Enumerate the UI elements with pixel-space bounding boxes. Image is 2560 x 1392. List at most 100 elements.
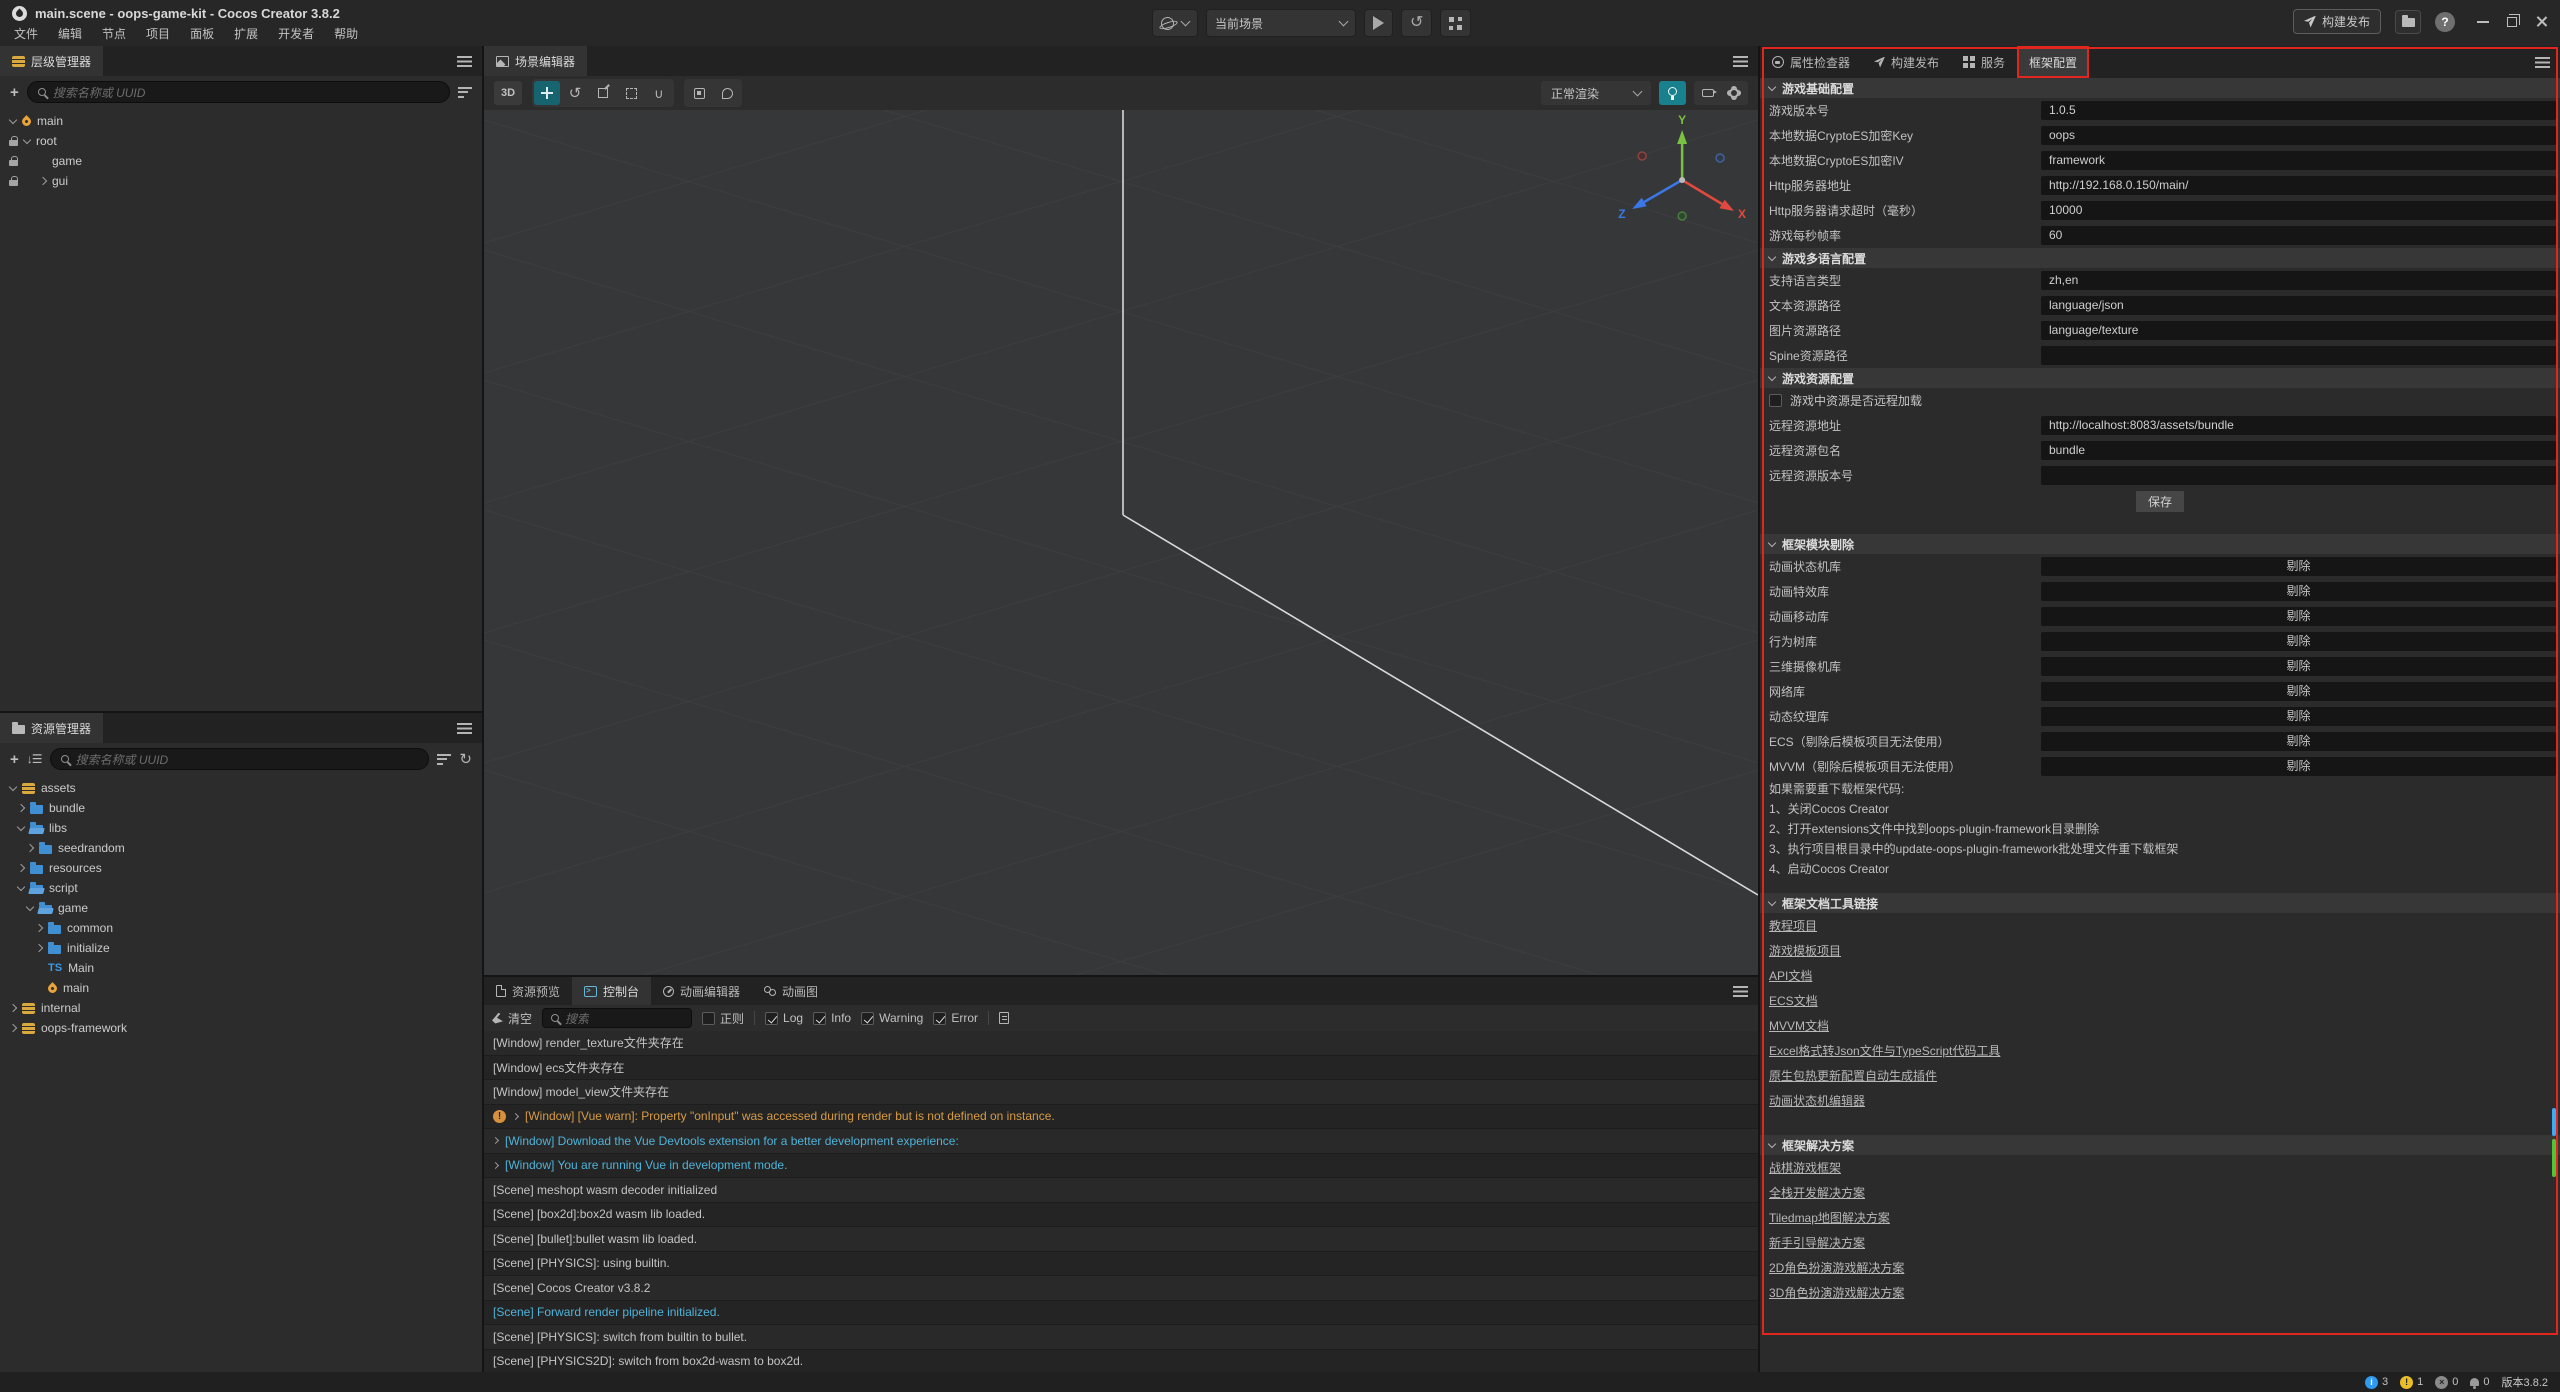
hierarchy-node-gui[interactable]: gui (0, 171, 482, 191)
menu-extension[interactable]: 扩展 (224, 23, 268, 44)
tab-property-inspector[interactable]: 属性检查器 (1760, 46, 1862, 78)
gizmo-tool-button[interactable]: ∪ (646, 81, 672, 105)
regex-checkbox[interactable]: 正则 (702, 1010, 744, 1027)
tab-hierarchy[interactable]: 层级管理器 (0, 46, 103, 76)
menu-help[interactable]: 帮助 (324, 23, 368, 44)
section-solutions[interactable]: 框架解决方案 (1760, 1135, 2560, 1155)
scene-select[interactable]: 当前场景 (1206, 9, 1356, 37)
close-button[interactable] (2535, 15, 2548, 28)
scrollbar-mark-green[interactable] (2552, 1139, 2556, 1177)
link-mvvm-docs[interactable]: MVVM文档 (1769, 1017, 1829, 1034)
hierarchy-filter-icon[interactable] (458, 87, 472, 98)
expand-open-icon[interactable] (26, 902, 34, 910)
checkbox-unchecked[interactable] (702, 1012, 715, 1025)
section-resource-config[interactable]: 游戏资源配置 (1760, 368, 2560, 388)
asset-row-internal[interactable]: internal (0, 998, 482, 1018)
filter-warning-checkbox[interactable]: Warning (861, 1011, 923, 1025)
rotate-tool-button[interactable]: ↺ (562, 81, 588, 105)
lighting-toggle-button[interactable] (1659, 81, 1686, 105)
link-2d-rpg-solution[interactable]: 2D角色扮演游戏解决方案 (1769, 1259, 1904, 1276)
link-tutorial-project[interactable]: 教程项目 (1769, 917, 1817, 934)
scene-menu-icon[interactable] (1733, 56, 1748, 67)
tab-asset-preview[interactable]: 资源预览 (484, 977, 572, 1005)
fps-input[interactable]: 60 (2041, 226, 2556, 245)
error-count-badge[interactable]: × 0 (2435, 1376, 2458, 1389)
expand-log-icon[interactable] (492, 1162, 499, 1169)
section-language-config[interactable]: 游戏多语言配置 (1760, 248, 2560, 268)
scene-camera-button[interactable] (1696, 83, 1720, 103)
log-row[interactable]: [Scene] [bullet]:bullet wasm lib loaded. (484, 1227, 1758, 1252)
section-module-trim[interactable]: 框架模块剔除 (1760, 534, 2560, 554)
http-timeout-input[interactable]: 10000 (2041, 201, 2556, 220)
clear-console-button[interactable]: 清空 (492, 1010, 532, 1027)
log-row[interactable]: [Scene] Cocos Creator v3.8.2 (484, 1276, 1758, 1301)
scene-settings-button[interactable] (1722, 83, 1746, 103)
link-3d-rpg-solution[interactable]: 3D角色扮演游戏解决方案 (1769, 1284, 1904, 1301)
log-row[interactable]: [Scene] [PHYSICS2D]: switch from box2d-w… (484, 1350, 1758, 1373)
asset-row-oops-framework[interactable]: oops-framework (0, 1018, 482, 1038)
tab-animation-editor[interactable]: 动画编辑器 (651, 977, 752, 1005)
link-animator-editor[interactable]: 动画状态机编辑器 (1769, 1092, 1865, 1109)
link-wargame-framework[interactable]: 战棋游戏框架 (1769, 1159, 1841, 1176)
asset-row-seedrandom[interactable]: seedrandom (0, 838, 482, 858)
tab-framework-config[interactable]: 框架配置 (2017, 46, 2089, 78)
menu-developer[interactable]: 开发者 (268, 23, 324, 44)
console-search-input[interactable]: 搜索 (542, 1008, 692, 1028)
tab-assets[interactable]: 资源管理器 (0, 713, 103, 743)
texture-path-input[interactable]: language/texture (2041, 321, 2556, 340)
log-row[interactable]: [Scene] [PHYSICS]: using builtin. (484, 1252, 1758, 1277)
refresh-icon[interactable]: ↻ (459, 752, 472, 767)
log-row-info[interactable]: [Window] You are running Vue in developm… (484, 1154, 1758, 1179)
expand-closed-icon[interactable] (17, 864, 25, 872)
log-row-info[interactable]: [Window] Download the Vue Devtools exten… (484, 1129, 1758, 1154)
remove-module-button[interactable]: 剔除 (2041, 707, 2556, 726)
expand-closed-icon[interactable] (35, 944, 43, 952)
pivot-snap-button[interactable] (686, 81, 712, 105)
open-project-folder-button[interactable] (2395, 10, 2421, 34)
section-doc-links[interactable]: 框架文档工具链接 (1760, 893, 2560, 913)
help-button[interactable]: ? (2435, 12, 2455, 32)
link-guide-solution[interactable]: 新手引导解决方案 (1769, 1234, 1865, 1251)
lock-icon[interactable] (9, 140, 18, 146)
log-row-warning[interactable]: ! [Window] [Vue warn]: Property "onInput… (484, 1105, 1758, 1130)
remove-module-button[interactable]: 剔除 (2041, 757, 2556, 776)
expand-open-icon[interactable] (23, 135, 31, 143)
tab-animation-graph[interactable]: 动画图 (752, 977, 830, 1005)
remove-module-button[interactable]: 剔除 (2041, 732, 2556, 751)
expand-closed-icon[interactable] (26, 844, 34, 852)
build-publish-button[interactable]: 构建发布 (2293, 9, 2381, 34)
crypto-iv-input[interactable]: framework (2041, 151, 2556, 170)
expand-closed-icon[interactable] (17, 804, 25, 812)
create-node-button[interactable]: + (10, 85, 19, 100)
create-asset-button[interactable]: + (10, 752, 19, 767)
http-server-input[interactable]: http://192.168.0.150/main/ (2041, 176, 2556, 195)
platform-select[interactable] (1152, 9, 1198, 37)
device-grid-button[interactable] (1449, 17, 1462, 30)
lock-icon[interactable] (9, 160, 18, 166)
menu-panel[interactable]: 面板 (180, 23, 224, 44)
checkbox-checked[interactable] (861, 1012, 874, 1025)
expand-open-icon[interactable] (17, 822, 25, 830)
save-button[interactable]: 保存 (2135, 490, 2185, 513)
link-template-project[interactable]: 游戏模板项目 (1769, 942, 1841, 959)
asset-row-common[interactable]: common (0, 918, 482, 938)
assets-filter-icon[interactable] (437, 754, 451, 765)
dimension-toggle-button[interactable]: 3D (494, 81, 522, 105)
log-row[interactable]: [Window] model_view文件夹存在 (484, 1080, 1758, 1105)
reload-button[interactable]: ↺ (1410, 15, 1423, 31)
move-tool-button[interactable] (534, 81, 560, 105)
checkbox-checked[interactable] (813, 1012, 826, 1025)
warning-count-badge[interactable]: ! 1 (2400, 1376, 2423, 1389)
remote-url-input[interactable]: http://localhost:8083/assets/bundle (2041, 416, 2556, 435)
remove-module-button[interactable]: 剔除 (2041, 657, 2556, 676)
hierarchy-node-game[interactable]: game (0, 151, 482, 171)
lock-icon[interactable] (9, 180, 18, 186)
spine-path-input[interactable] (2041, 346, 2556, 365)
menu-node[interactable]: 节点 (92, 23, 136, 44)
filter-info-checkbox[interactable]: Info (813, 1011, 851, 1025)
sort-assets-icon[interactable]: ↓☰ (27, 752, 42, 766)
checkbox-unchecked[interactable] (1769, 394, 1782, 407)
checkbox-checked[interactable] (765, 1012, 778, 1025)
asset-row-resources[interactable]: resources (0, 858, 482, 878)
log-row[interactable]: [Window] ecs文件夹存在 (484, 1056, 1758, 1081)
